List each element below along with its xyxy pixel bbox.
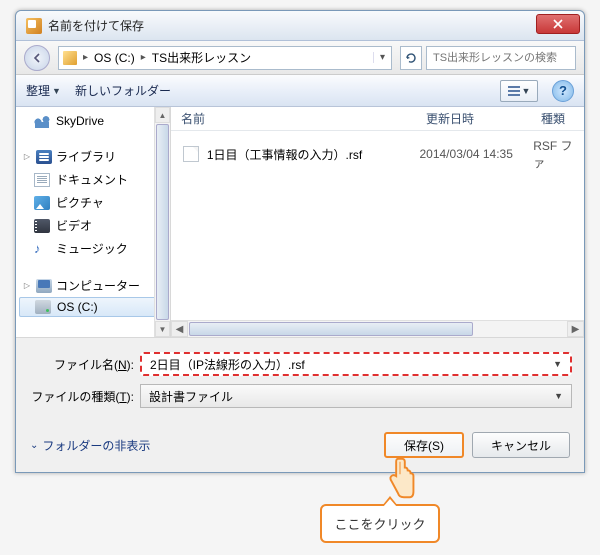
sidebar-label: ピクチャ bbox=[56, 194, 104, 211]
titlebar: 名前を付けて保存 bbox=[16, 11, 584, 41]
sidebar-item-documents[interactable]: ドキュメント bbox=[16, 168, 170, 191]
document-icon bbox=[34, 173, 50, 187]
chevron-down-icon: ▼ bbox=[522, 86, 531, 96]
scrollbar-thumb[interactable] bbox=[189, 322, 473, 336]
folder-icon bbox=[63, 51, 77, 65]
expand-icon: ▷ bbox=[22, 152, 32, 161]
filetype-label: ファイルの種類(T): bbox=[28, 388, 140, 405]
file-date: 2014/03/04 14:35 bbox=[419, 147, 533, 161]
file-icon bbox=[183, 146, 199, 162]
list-view-icon bbox=[508, 86, 520, 96]
computer-icon bbox=[36, 279, 52, 293]
cloud-icon bbox=[34, 114, 50, 128]
expand-icon: ▷ bbox=[22, 281, 32, 290]
sidebar-item-pictures[interactable]: ピクチャ bbox=[16, 191, 170, 214]
music-icon: ♪ bbox=[34, 242, 50, 256]
sidebar-label: ドキュメント bbox=[56, 171, 128, 188]
column-headers: 名前 更新日時 種類 bbox=[171, 107, 584, 131]
sidebar-label: OS (C:) bbox=[57, 300, 98, 314]
sidebar-item-os-drive[interactable]: OS (C:) bbox=[19, 297, 167, 317]
search-input[interactable] bbox=[426, 46, 576, 70]
arrow-left-icon bbox=[32, 53, 42, 63]
drive-icon bbox=[35, 300, 51, 314]
filetype-value: 設計書ファイル bbox=[149, 388, 233, 405]
nav-back-button[interactable] bbox=[24, 45, 50, 71]
file-hscrollbar[interactable]: ◀ ▶ bbox=[171, 320, 584, 337]
file-type: RSF ファ bbox=[533, 137, 584, 171]
navbar: ▸ OS (C:) ▸ TS出来形レッスン ▾ bbox=[16, 41, 584, 75]
save-dialog: 名前を付けて保存 ▸ OS (C:) ▸ TS出来形レッスン ▾ 整理▼ 新しい… bbox=[15, 10, 585, 473]
sidebar-label: ビデオ bbox=[56, 217, 92, 234]
callout-text: ここをクリック bbox=[334, 517, 425, 532]
breadcrumb-drive[interactable]: OS (C:) bbox=[90, 51, 139, 65]
refresh-button[interactable] bbox=[400, 46, 422, 70]
column-date[interactable]: 更新日時 bbox=[416, 110, 531, 127]
file-row[interactable]: 1日目（工事情報の入力）.rsf 2014/03/04 14:35 RSF ファ bbox=[171, 131, 584, 177]
help-button[interactable]: ? bbox=[552, 80, 574, 102]
scroll-right-icon: ▶ bbox=[567, 321, 584, 337]
instruction-callout: ここをクリック bbox=[320, 504, 440, 543]
save-button[interactable]: 保存(S) bbox=[384, 432, 464, 458]
chevron-right-icon: ▸ bbox=[139, 52, 148, 63]
organize-menu[interactable]: 整理▼ bbox=[26, 82, 61, 99]
breadcrumb-folder[interactable]: TS出来形レッスン bbox=[148, 49, 255, 66]
sidebar-item-music[interactable]: ♪ ミュージック bbox=[16, 237, 170, 260]
window-title: 名前を付けて保存 bbox=[48, 17, 536, 34]
help-icon: ? bbox=[559, 83, 567, 98]
toolbar: 整理▼ 新しいフォルダー ▼ ? bbox=[16, 75, 584, 107]
address-bar[interactable]: ▸ OS (C:) ▸ TS出来形レッスン ▾ bbox=[58, 46, 392, 70]
library-icon bbox=[36, 150, 52, 164]
hide-folders-label: フォルダーの非表示 bbox=[42, 437, 150, 454]
chevron-down-icon: ▼ bbox=[553, 359, 562, 369]
column-name[interactable]: 名前 bbox=[171, 110, 416, 127]
filename-value: 2日目（IP法線形の入力）.rsf bbox=[150, 356, 305, 373]
close-icon bbox=[553, 19, 563, 29]
dialog-footer: ⌄ フォルダーの非表示 保存(S) キャンセル bbox=[16, 422, 584, 472]
filename-label: ファイル名(N): bbox=[28, 356, 140, 373]
filetype-select[interactable]: 設計書ファイル ▼ bbox=[140, 384, 572, 408]
column-type[interactable]: 種類 bbox=[531, 110, 584, 127]
scrollbar-thumb[interactable] bbox=[156, 124, 169, 320]
filename-input[interactable]: 2日目（IP法線形の入力）.rsf ▼ bbox=[140, 352, 572, 376]
new-folder-button[interactable]: 新しいフォルダー bbox=[75, 82, 171, 99]
sidebar-group-computer[interactable]: ▷ コンピューター bbox=[16, 274, 170, 297]
app-icon bbox=[26, 18, 42, 34]
address-dropdown[interactable]: ▾ bbox=[373, 52, 391, 63]
video-icon bbox=[34, 219, 50, 233]
sidebar-item-videos[interactable]: ビデオ bbox=[16, 214, 170, 237]
scroll-left-icon: ◀ bbox=[171, 321, 188, 337]
sidebar-group-library[interactable]: ▷ ライブラリ bbox=[16, 145, 170, 168]
sidebar: SkyDrive ▷ライブラリ ドキュメント ピクチャ ビデオ ♪ミュージック … bbox=[16, 107, 171, 337]
view-options-button[interactable]: ▼ bbox=[500, 80, 538, 102]
hide-folders-link[interactable]: ⌄ フォルダーの非表示 bbox=[30, 437, 150, 454]
sidebar-label: ライブラリ bbox=[56, 148, 116, 165]
file-list-pane: 名前 更新日時 種類 1日目（工事情報の入力）.rsf 2014/03/04 1… bbox=[171, 107, 584, 337]
sidebar-label: ミュージック bbox=[56, 240, 128, 257]
sidebar-scrollbar[interactable]: ▲ ▼ bbox=[154, 107, 170, 337]
chevron-down-icon: ▼ bbox=[554, 391, 563, 401]
sidebar-label: SkyDrive bbox=[56, 114, 104, 128]
picture-icon bbox=[34, 196, 50, 210]
scroll-down-icon: ▼ bbox=[155, 321, 170, 337]
scroll-up-icon: ▲ bbox=[155, 107, 170, 123]
caret-down-icon: ⌄ bbox=[30, 440, 38, 451]
sidebar-label: コンピューター bbox=[56, 277, 140, 294]
cancel-button[interactable]: キャンセル bbox=[472, 432, 570, 458]
form-area: ファイル名(N): 2日目（IP法線形の入力）.rsf ▼ ファイルの種類(T)… bbox=[16, 337, 584, 422]
close-button[interactable] bbox=[536, 14, 580, 34]
chevron-down-icon: ▼ bbox=[52, 86, 61, 96]
chevron-right-icon: ▸ bbox=[81, 52, 90, 63]
file-name: 1日目（工事情報の入力）.rsf bbox=[207, 146, 420, 163]
refresh-icon bbox=[405, 52, 417, 64]
organize-label: 整理 bbox=[26, 82, 50, 99]
sidebar-item-skydrive[interactable]: SkyDrive bbox=[16, 111, 170, 131]
